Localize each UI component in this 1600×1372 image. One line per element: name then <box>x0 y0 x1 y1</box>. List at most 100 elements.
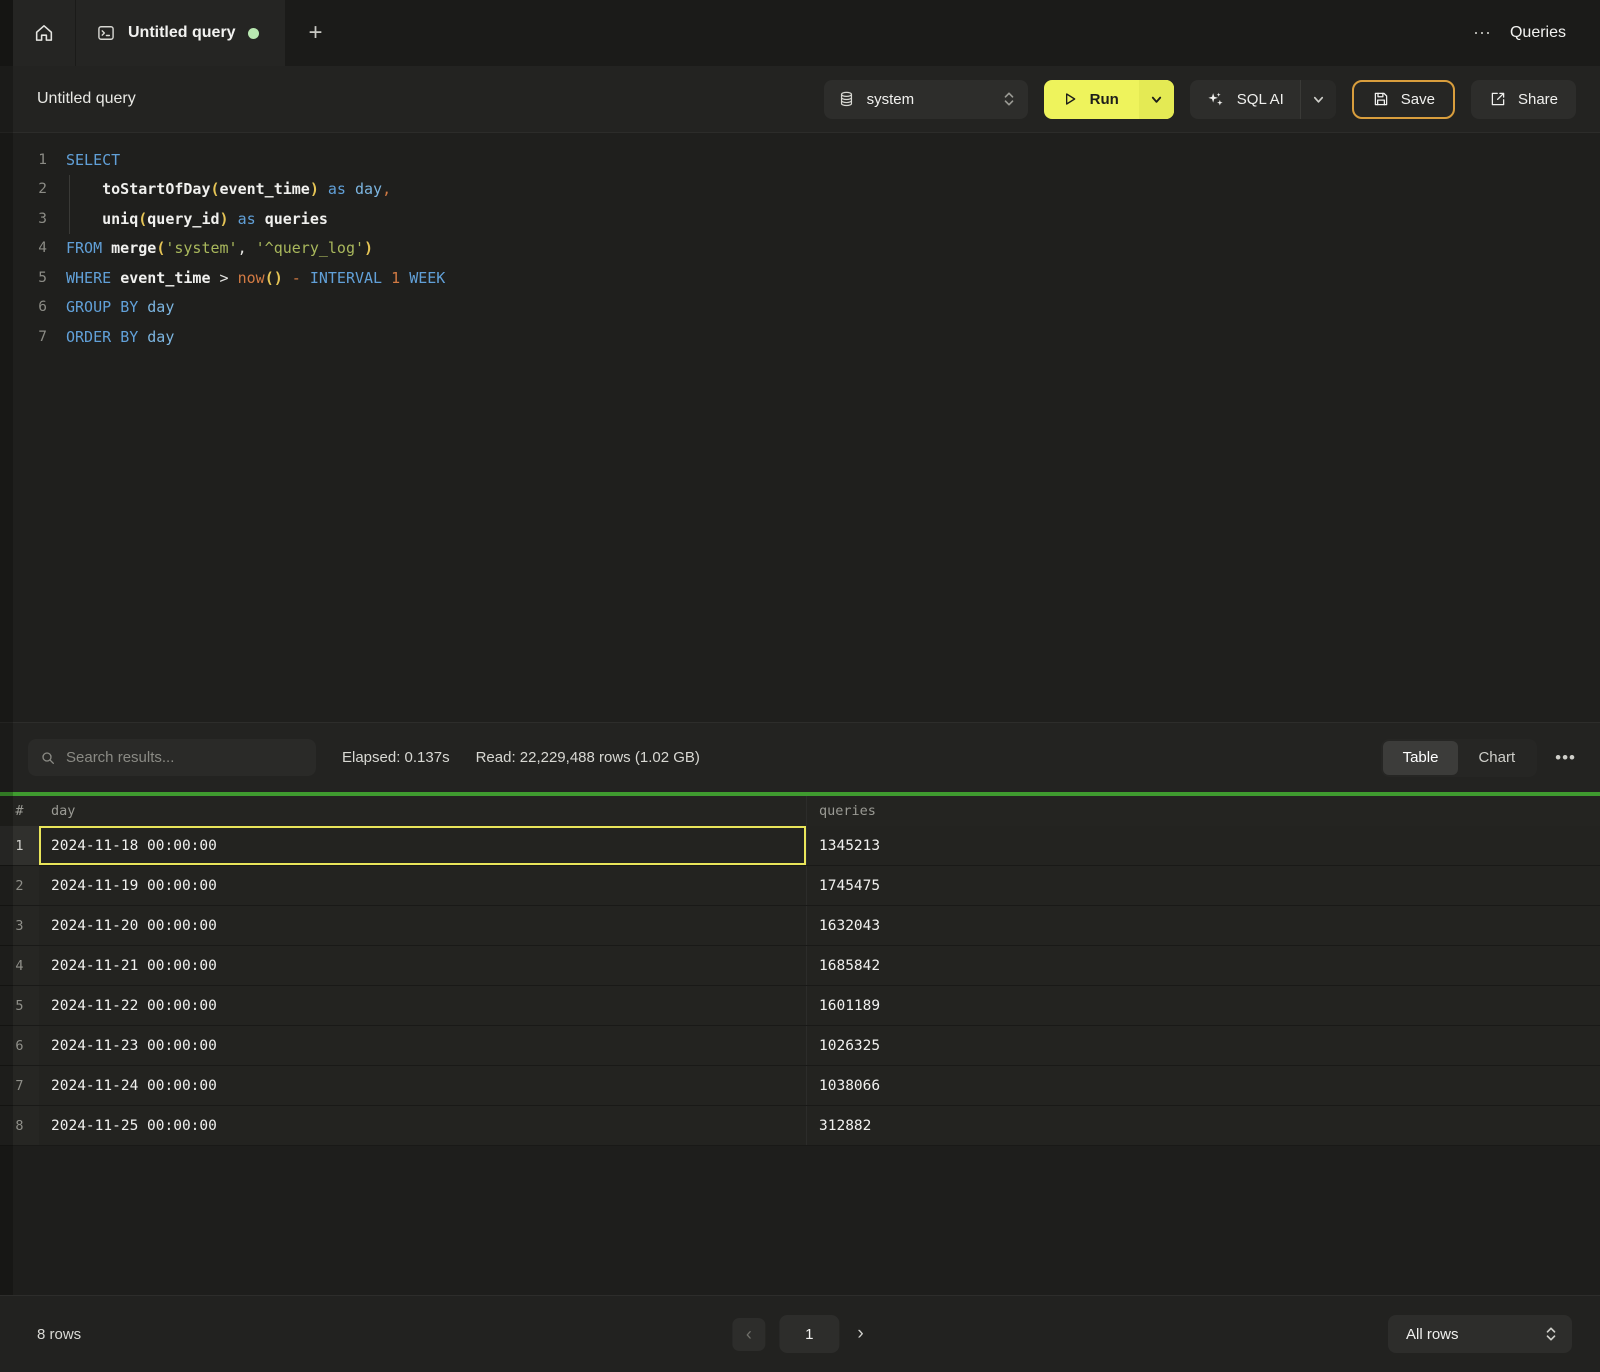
tab-table-view[interactable]: Table <box>1383 741 1459 775</box>
table-empty-area <box>0 1146 1600 1295</box>
line-number: 5 <box>21 270 47 286</box>
code-line[interactable]: 6GROUP BY day <box>21 293 1600 323</box>
row-index-cell[interactable]: 3 <box>0 906 39 945</box>
home-icon <box>33 22 55 44</box>
row-index-cell[interactable]: 6 <box>0 1026 39 1065</box>
save-button[interactable]: Save <box>1352 80 1455 119</box>
code-lines: 1SELECT2 toStartOfDay(event_time) as day… <box>21 145 1600 352</box>
row-index-cell[interactable]: 4 <box>0 946 39 985</box>
row-count: 8 rows <box>37 1326 81 1343</box>
results-table: # day queries 12024-11-18 00:00:00134521… <box>0 796 1600 1295</box>
database-selector[interactable]: system <box>824 80 1028 119</box>
elapsed-stat: Elapsed: 0.137s <box>342 749 450 766</box>
search-results-input[interactable] <box>66 749 304 766</box>
terminal-icon <box>96 23 116 43</box>
run-options-button[interactable] <box>1139 80 1174 119</box>
query-title: Untitled query <box>37 90 136 108</box>
sql-console-app: Untitled query + ⋯ Queries Untitled quer… <box>0 0 1600 1372</box>
table-row: 12024-11-18 00:00:001345213 <box>0 826 1600 866</box>
sql-editor[interactable]: 1SELECT2 toStartOfDay(event_time) as day… <box>0 133 1600 722</box>
row-index-cell[interactable]: 2 <box>0 866 39 905</box>
tab-bar: Untitled query + ⋯ Queries <box>0 0 1600 66</box>
day-cell[interactable]: 2024-11-22 00:00:00 <box>39 986 807 1025</box>
results-toolbar: Elapsed: 0.137s Read: 22,229,488 rows (1… <box>0 722 1600 792</box>
code-line[interactable]: 7ORDER BY day <box>21 322 1600 352</box>
table-row: 62024-11-23 00:00:001026325 <box>0 1026 1600 1066</box>
save-icon <box>1372 90 1390 108</box>
share-icon <box>1489 90 1507 108</box>
results-menu-icon[interactable]: ••• <box>1555 748 1576 768</box>
day-cell[interactable]: 2024-11-23 00:00:00 <box>39 1026 807 1065</box>
table-row: 22024-11-19 00:00:001745475 <box>0 866 1600 906</box>
view-switcher: Table Chart <box>1381 739 1538 777</box>
code-line[interactable]: 2 toStartOfDay(event_time) as day, <box>21 175 1600 205</box>
table-row: 32024-11-20 00:00:001632043 <box>0 906 1600 946</box>
pagination: ‹ 1 › <box>732 1315 867 1353</box>
table-row: 72024-11-24 00:00:001038066 <box>0 1066 1600 1106</box>
day-cell[interactable]: 2024-11-20 00:00:00 <box>39 906 807 945</box>
line-number: 4 <box>21 240 47 256</box>
column-header-queries[interactable]: queries <box>807 796 1600 826</box>
search-results-box[interactable] <box>28 739 316 776</box>
table-row: 52024-11-22 00:00:001601189 <box>0 986 1600 1026</box>
panel-menu-icon[interactable]: ⋯ <box>1473 24 1492 42</box>
code-line[interactable]: 4FROM merge('system', '^query_log') <box>21 234 1600 264</box>
prev-page-button[interactable]: ‹ <box>732 1318 765 1351</box>
query-toolbar: Untitled query system <box>0 66 1600 133</box>
code-line[interactable]: 3 uniq(query_id) as queries <box>21 204 1600 234</box>
queries-cell[interactable]: 312882 <box>807 1106 1600 1145</box>
day-cell[interactable]: 2024-11-18 00:00:00 <box>39 826 807 865</box>
code-line[interactable]: 5WHERE event_time > now() - INTERVAL 1 W… <box>21 263 1600 293</box>
tab-untitled-query[interactable]: Untitled query <box>76 0 285 66</box>
column-header-index[interactable]: # <box>0 796 39 826</box>
tab-label: Untitled query <box>128 24 236 42</box>
day-cell[interactable]: 2024-11-21 00:00:00 <box>39 946 807 985</box>
table-body: 12024-11-18 00:00:00134521322024-11-19 0… <box>0 826 1600 1146</box>
unsaved-dot-icon <box>248 28 259 39</box>
updown-chevrons-icon <box>1002 91 1016 107</box>
day-cell[interactable]: 2024-11-25 00:00:00 <box>39 1106 807 1145</box>
row-index-cell[interactable]: 7 <box>0 1066 39 1105</box>
page-size-selector[interactable]: All rows <box>1388 1315 1572 1353</box>
page-size-value: All rows <box>1406 1326 1459 1343</box>
chevron-down-icon <box>1150 93 1163 106</box>
chevron-left-icon: ‹ <box>746 1324 752 1345</box>
queries-cell[interactable]: 1601189 <box>807 986 1600 1025</box>
run-button[interactable]: Run <box>1044 80 1139 119</box>
current-page-button[interactable]: 1 <box>779 1315 839 1353</box>
new-tab-button[interactable]: + <box>285 0 347 66</box>
play-icon <box>1062 91 1078 107</box>
tab-chart-view[interactable]: Chart <box>1458 741 1535 775</box>
row-index-cell[interactable]: 5 <box>0 986 39 1025</box>
line-number: 6 <box>21 299 47 315</box>
line-number: 7 <box>21 329 47 345</box>
next-page-button[interactable]: › <box>853 1323 867 1345</box>
run-split-button: Run <box>1044 80 1174 119</box>
queries-cell[interactable]: 1038066 <box>807 1066 1600 1105</box>
home-button[interactable] <box>13 0 75 66</box>
day-cell[interactable]: 2024-11-19 00:00:00 <box>39 866 807 905</box>
queries-cell[interactable]: 1632043 <box>807 906 1600 945</box>
sql-ai-options-button[interactable] <box>1300 80 1336 119</box>
column-header-day[interactable]: day <box>39 796 807 826</box>
queries-cell[interactable]: 1745475 <box>807 866 1600 905</box>
sparkles-icon <box>1206 90 1225 109</box>
chevron-down-icon <box>1312 93 1325 106</box>
queries-cell[interactable]: 1685842 <box>807 946 1600 985</box>
queries-cell[interactable]: 1345213 <box>807 826 1600 865</box>
queries-cell[interactable]: 1026325 <box>807 1026 1600 1065</box>
share-button-label: Share <box>1518 91 1558 108</box>
results-footer: 8 rows ‹ 1 › All rows <box>0 1295 1600 1372</box>
chevron-right-icon: › <box>857 1323 863 1344</box>
row-index-cell[interactable]: 8 <box>0 1106 39 1145</box>
sql-ai-split-button: SQL AI <box>1190 80 1336 119</box>
code-line[interactable]: 1SELECT <box>21 145 1600 175</box>
database-icon <box>838 90 855 108</box>
row-index-cell[interactable]: 1 <box>0 826 39 865</box>
day-cell[interactable]: 2024-11-24 00:00:00 <box>39 1066 807 1105</box>
sql-ai-button[interactable]: SQL AI <box>1190 80 1300 119</box>
share-button[interactable]: Share <box>1471 80 1576 119</box>
search-icon <box>40 750 56 766</box>
queries-panel-toggle[interactable]: Queries <box>1510 24 1566 42</box>
line-number: 3 <box>21 211 47 227</box>
